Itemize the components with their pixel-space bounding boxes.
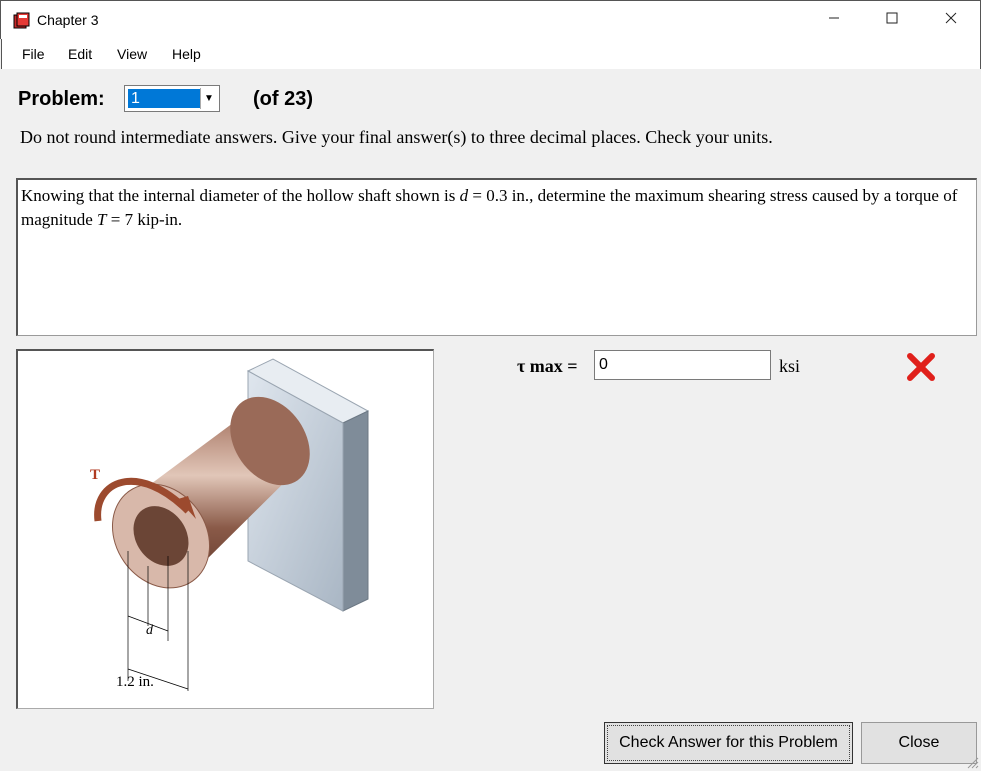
unit-label: ksi: [779, 356, 801, 376]
close-icon: [945, 12, 957, 24]
menu-edit[interactable]: Edit: [68, 46, 92, 62]
problem-select-value: 1: [127, 88, 201, 109]
tau-max-label: τ max =: [517, 356, 578, 376]
window-close-button[interactable]: [922, 1, 980, 39]
problem-statement: Knowing that the internal diameter of th…: [21, 184, 971, 232]
chevron-down-icon[interactable]: ▼: [200, 88, 217, 109]
resize-grip-icon[interactable]: [965, 755, 979, 769]
problem-text-part1: Knowing that the internal diameter of th…: [21, 186, 460, 205]
close-button[interactable]: Close: [861, 722, 977, 764]
problem-var-d: d: [459, 186, 469, 205]
problem-statement-box: Knowing that the internal diameter of th…: [16, 178, 977, 336]
problem-label: Problem:: [18, 88, 105, 110]
menu-help[interactable]: Help: [172, 46, 201, 62]
d-label: d: [146, 623, 154, 638]
problem-text-part3: = 7 kip-in.: [106, 210, 183, 229]
torque-label: T: [90, 467, 100, 483]
check-answer-button[interactable]: Check Answer for this Problem: [604, 722, 853, 764]
problem-count: (of 23): [253, 88, 313, 110]
tau-max-input[interactable]: 0: [594, 350, 771, 380]
book-icon: [13, 12, 30, 29]
figure-box: T d 1.2 in.: [16, 349, 434, 709]
menu-file[interactable]: File: [22, 46, 45, 62]
menu-bar: File Edit View Help: [1, 39, 981, 69]
dimension-label: 1.2 in.: [116, 674, 154, 690]
hollow-shaft-figure: T d 1.2 in.: [90, 358, 370, 691]
window-title: Chapter 3: [37, 12, 99, 28]
maximize-icon: [886, 12, 898, 24]
minimize-icon: [829, 17, 839, 19]
minimize-button[interactable]: [805, 1, 863, 39]
wrong-answer-icon: [907, 353, 935, 381]
maximize-button[interactable]: [863, 1, 921, 39]
instructions-text: Do not round intermediate answers. Give …: [20, 127, 773, 147]
problem-select[interactable]: 1 ▼: [124, 85, 220, 112]
menu-view[interactable]: View: [117, 46, 147, 62]
title-bar: Chapter 3: [0, 0, 981, 39]
